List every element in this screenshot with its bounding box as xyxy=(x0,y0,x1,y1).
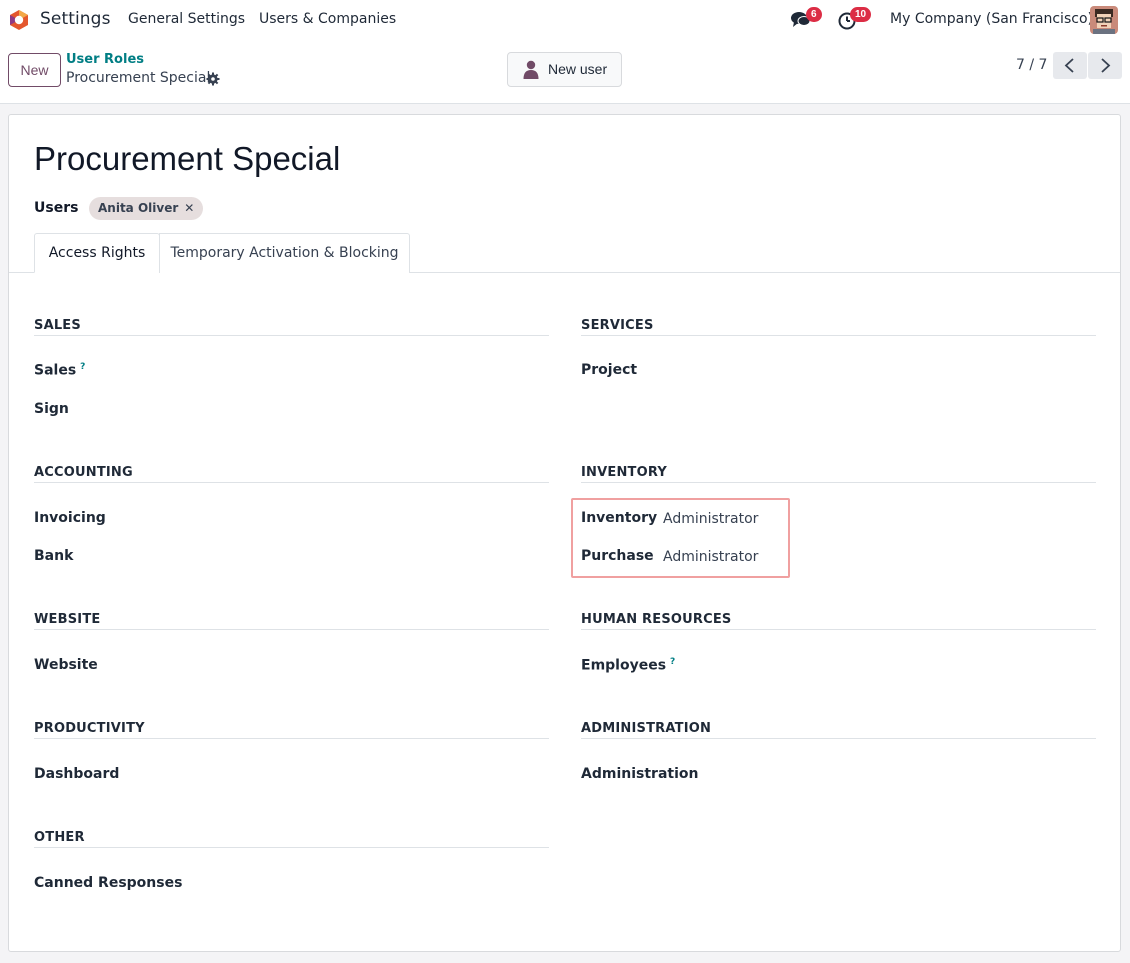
help-tooltip-icon[interactable]: ? xyxy=(670,657,675,667)
section-other-title: OTHER xyxy=(34,830,85,845)
section-human-resources-title: HUMAN RESOURCES xyxy=(581,612,732,627)
section-inventory-title: INVENTORY xyxy=(581,465,667,480)
field-employees: Employees? xyxy=(581,657,675,674)
messages-badge: 6 xyxy=(806,7,822,22)
user-icon xyxy=(523,60,539,80)
menu-users-companies[interactable]: Users & Companies xyxy=(259,11,396,27)
app-title[interactable]: Settings xyxy=(40,9,111,29)
chevron-right-icon xyxy=(1101,58,1111,73)
chevron-left-icon xyxy=(1064,58,1074,73)
user-avatar[interactable] xyxy=(1090,6,1118,34)
field-employees-label: Employees xyxy=(581,657,667,674)
top-navbar: Settings General Settings Users & Compan… xyxy=(0,0,1130,40)
gear-icon[interactable] xyxy=(206,71,220,86)
new-user-label: New user xyxy=(548,61,608,77)
odoo-app-icon[interactable] xyxy=(8,9,30,31)
user-tag-label: Anita Oliver xyxy=(98,201,179,215)
section-services-title: SERVICES xyxy=(581,318,654,333)
tab-temporary-activation[interactable]: Temporary Activation & Blocking xyxy=(159,233,410,273)
breadcrumb-user-roles[interactable]: User Roles xyxy=(66,52,144,67)
pager-previous-button[interactable] xyxy=(1053,52,1087,79)
field-canned-responses: Canned Responses xyxy=(34,875,183,891)
help-tooltip-icon[interactable]: ? xyxy=(80,362,85,372)
pager-value[interactable]: 7 / 7 xyxy=(1016,57,1047,73)
pager-next-button[interactable] xyxy=(1088,52,1122,79)
field-sign: Sign xyxy=(34,401,69,417)
section-administration-title: ADMINISTRATION xyxy=(581,721,712,736)
remove-tag-icon[interactable]: ✕ xyxy=(184,201,194,215)
field-inventory-value[interactable]: Administrator xyxy=(663,511,758,527)
menu-general-settings[interactable]: General Settings xyxy=(128,11,245,27)
form-sheet: Procurement Special Users Anita Oliver ✕ … xyxy=(8,114,1121,952)
record-title[interactable]: Procurement Special xyxy=(34,140,340,178)
field-purchase-value[interactable]: Administrator xyxy=(663,549,758,565)
field-sales-label: Sales xyxy=(34,362,77,379)
field-dashboard: Dashboard xyxy=(34,766,120,782)
section-rule xyxy=(581,738,1096,739)
field-sales: Sales? xyxy=(34,362,85,379)
breadcrumb-current: Procurement Special xyxy=(66,70,211,86)
field-purchase-label: Purchase xyxy=(581,548,654,564)
section-accounting-title: ACCOUNTING xyxy=(34,465,133,480)
control-panel: New User Roles Procurement Special New u… xyxy=(0,40,1130,104)
section-rule xyxy=(34,482,549,483)
field-project: Project xyxy=(581,362,638,378)
field-website: Website xyxy=(34,657,98,673)
new-button[interactable]: New xyxy=(8,53,61,87)
section-rule xyxy=(34,335,549,336)
section-rule xyxy=(581,629,1096,630)
field-bank: Bank xyxy=(34,548,74,564)
section-sales-title: SALES xyxy=(34,318,81,333)
company-switcher[interactable]: My Company (San Francisco) xyxy=(890,11,1093,27)
section-website-title: WEBSITE xyxy=(34,612,101,627)
new-user-button[interactable]: New user xyxy=(507,52,622,87)
section-productivity-title: PRODUCTIVITY xyxy=(34,721,145,736)
user-tag[interactable]: Anita Oliver ✕ xyxy=(89,197,204,220)
users-field-label: Users xyxy=(34,200,79,216)
field-invoicing: Invoicing xyxy=(34,510,106,526)
section-rule xyxy=(34,847,549,848)
activities-badge: 10 xyxy=(850,7,872,22)
field-inventory-label: Inventory xyxy=(581,510,658,526)
section-rule xyxy=(581,482,1096,483)
field-administration: Administration xyxy=(581,766,699,782)
tab-access-rights[interactable]: Access Rights xyxy=(34,233,160,273)
section-rule xyxy=(34,738,549,739)
section-rule xyxy=(34,629,549,630)
section-rule xyxy=(581,335,1096,336)
